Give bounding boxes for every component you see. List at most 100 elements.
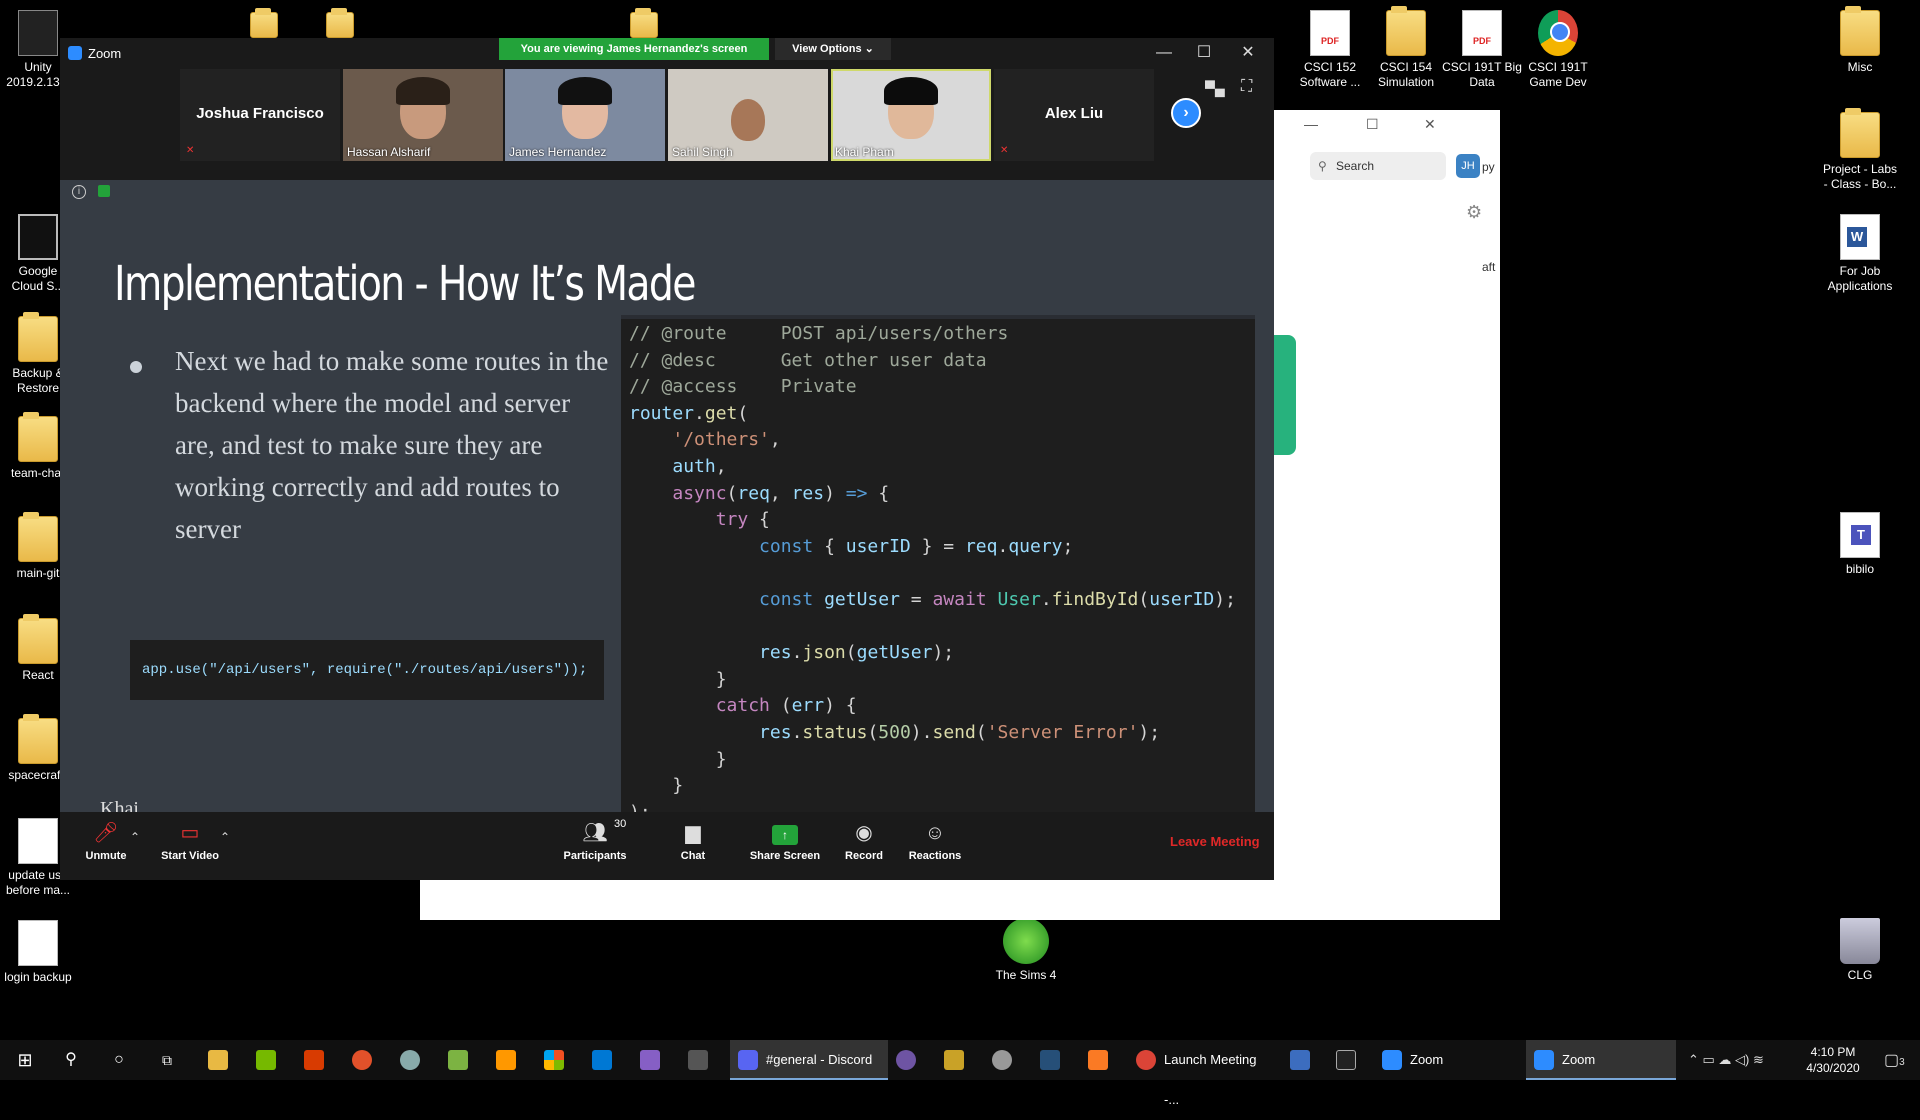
cortana-icon[interactable]: ○: [104, 1040, 134, 1080]
minimize-icon[interactable]: —: [1149, 42, 1179, 64]
minimize-icon[interactable]: —: [1304, 116, 1318, 132]
app-icon[interactable]: [944, 1050, 964, 1070]
layout-icon[interactable]: ▀▄: [1205, 80, 1225, 96]
visual-studio-icon[interactable]: [640, 1050, 660, 1070]
participant-name: Sahil Singh: [672, 145, 733, 159]
zoom-window[interactable]: Zoom You are viewing James Hernandez's s…: [60, 38, 1274, 880]
background-search-input[interactable]: ⚲ Search: [1310, 152, 1446, 180]
code-snippet-small: app.use("/api/users", require("./routes/…: [130, 640, 604, 700]
participant-tile[interactable]: Khai Pham: [831, 69, 991, 161]
app-icon[interactable]: [400, 1050, 420, 1070]
participant-tile[interactable]: Joshua Francisco ✕: [180, 69, 340, 161]
sublime-icon[interactable]: [496, 1050, 516, 1070]
search-icon[interactable]: ⚲: [56, 1040, 86, 1080]
code-line: // @desc Get other user data: [629, 349, 987, 371]
desktop-icon-csci191t-bigdata[interactable]: CSCI 191T Big Data: [1440, 10, 1524, 90]
close-icon[interactable]: ✕: [1233, 42, 1263, 64]
desktop-icon-login-backup[interactable]: login backup: [0, 920, 76, 985]
terminal-icon[interactable]: [1336, 1050, 1356, 1070]
app-icon[interactable]: [1290, 1050, 1310, 1070]
participant-tile[interactable]: James Hernandez: [505, 69, 665, 161]
document-icon: [18, 818, 58, 864]
zoom-logo-icon: [68, 46, 82, 60]
desktop-icon-recycle-bin[interactable]: CLG: [1822, 918, 1898, 983]
desktop-icon-csci154[interactable]: CSCI 154 Simulation: [1368, 6, 1444, 90]
folder-icon: [1386, 6, 1426, 56]
share-screen-button[interactable]: ↑ Share Screen: [745, 820, 825, 862]
unity-icon[interactable]: [688, 1050, 708, 1070]
nvidia-icon[interactable]: [256, 1050, 276, 1070]
avatar[interactable]: JH: [1456, 154, 1480, 178]
folder-icon[interactable]: [250, 8, 278, 38]
gear-icon[interactable]: ⚙: [1466, 202, 1482, 223]
participants-button[interactable]: 👥︎ Participants: [550, 820, 640, 862]
muted-mic-icon: ✕: [186, 145, 195, 156]
chevron-up-icon[interactable]: ⌃: [130, 830, 140, 844]
clock[interactable]: 4:10 PM 4/30/2020: [1798, 1044, 1868, 1076]
participant-tile[interactable]: Sahil Singh: [668, 69, 828, 161]
windows-store-icon[interactable]: [544, 1050, 564, 1070]
participants-icon: 👥︎: [582, 822, 608, 844]
maximize-icon[interactable]: ☐: [1366, 116, 1379, 133]
folder-icon: [18, 412, 58, 462]
vscode-icon[interactable]: [592, 1050, 612, 1070]
chat-button[interactable]: ▆ Chat: [668, 820, 718, 862]
code-line: );: [629, 800, 1255, 812]
folder-icon: [1840, 108, 1880, 158]
participant-tile[interactable]: Alex Liu ✕: [994, 69, 1154, 161]
windows-start-icon[interactable]: ⊞: [8, 1040, 42, 1080]
desktop-icon-csci152[interactable]: CSCI 152 Software ...: [1292, 10, 1368, 90]
desktop-icon-job-applications[interactable]: For Job Applications: [1822, 214, 1898, 294]
taskbar-app-chrome[interactable]: Launch Meeting -...: [1128, 1040, 1268, 1107]
slide-bullet-text: Next we had to make some routes in the b…: [175, 346, 609, 544]
folder-icon[interactable]: [326, 8, 354, 38]
desktop-icon-sims4[interactable]: The Sims 4: [988, 918, 1064, 983]
record-button[interactable]: ◉ Record: [836, 820, 892, 862]
partial-text: py: [1482, 160, 1495, 174]
notification-center-icon[interactable]: ▢3: [1884, 1050, 1905, 1070]
participant-tile[interactable]: Hassan Alsharif: [343, 69, 503, 161]
code-line: res.json(getUser);: [759, 642, 955, 664]
view-options-button[interactable]: View Options ⌄: [775, 38, 891, 60]
desktop-icon-misc[interactable]: Misc: [1822, 6, 1898, 75]
info-icon[interactable]: i: [72, 185, 86, 199]
taskbar-app-zoom[interactable]: Zoom: [1374, 1040, 1514, 1080]
app-icon[interactable]: [352, 1050, 372, 1070]
app-icon[interactable]: [992, 1050, 1012, 1070]
folder-icon: [1840, 6, 1880, 56]
app-icon[interactable]: [1040, 1050, 1060, 1070]
desktop-icon-csci191t-gamedev[interactable]: CSCI 191T Game Dev: [1520, 10, 1596, 90]
teams-file-icon: [1840, 512, 1880, 558]
recycle-bin-icon: [1840, 918, 1880, 964]
start-video-button[interactable]: ▭ Start Video: [150, 820, 230, 862]
taskbar-app-zoom-meeting[interactable]: Zoom: [1526, 1040, 1676, 1080]
lock-icon[interactable]: [98, 185, 110, 197]
maximize-icon[interactable]: ☐: [1189, 42, 1219, 64]
code-line: // @route POST api/users/others: [629, 323, 1009, 344]
next-page-arrow-icon[interactable]: ›: [1171, 98, 1201, 128]
participant-name: Hassan Alsharif: [347, 145, 431, 159]
chevron-up-icon[interactable]: ⌃: [220, 830, 230, 844]
file-explorer-icon[interactable]: [208, 1050, 228, 1070]
app-icon[interactable]: [896, 1050, 916, 1070]
office-icon[interactable]: [304, 1050, 324, 1070]
fullscreen-icon[interactable]: ⛶: [1241, 78, 1252, 96]
task-view-icon[interactable]: ⧉: [152, 1040, 182, 1080]
folder-icon[interactable]: [630, 8, 658, 38]
taskbar-app-discord[interactable]: #general - Discord: [730, 1040, 888, 1080]
code-line: '/others',: [672, 429, 781, 451]
chat-label: Chat: [680, 850, 706, 862]
leave-meeting-button[interactable]: Leave Meeting: [1170, 834, 1260, 849]
notepad-icon[interactable]: [448, 1050, 468, 1070]
participant-video-hair: [396, 77, 450, 105]
video-off-icon: ▭: [180, 822, 200, 844]
desktop-icon-project-labs[interactable]: Project - Labs - Class - Bo...: [1814, 108, 1906, 192]
background-window-titlebar: — ☐ ✕: [1280, 110, 1500, 140]
code-line: res.status(500).send('Server Error');: [759, 721, 1161, 743]
xampp-icon[interactable]: [1088, 1050, 1108, 1070]
reactions-button[interactable]: ☺ Reactions: [900, 820, 970, 862]
code-line: router.get(: [629, 402, 749, 424]
desktop-icon-bibilo[interactable]: bibilo: [1822, 512, 1898, 577]
system-tray[interactable]: ⌃ ▭ ☁ ◁) ≋: [1688, 1040, 1764, 1080]
close-icon[interactable]: ✕: [1424, 116, 1436, 133]
